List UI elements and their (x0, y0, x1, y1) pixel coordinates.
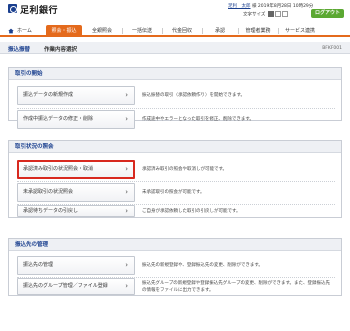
list-item: 承認済み取引の状況照会・取消 › 承認済み取引の照会や取消しが可能です。 (17, 160, 335, 179)
row-description: 作成途中やエラーとなった取引を修正、削除できます。 (142, 117, 254, 122)
row-description: 振込先の新規登録や、登録振込先の変更、削除ができます。 (142, 263, 263, 268)
nav-approval[interactable]: 承認 (204, 25, 236, 37)
section-heading: 取引の開始 (9, 68, 341, 80)
nav-home-label: ホーム (17, 28, 32, 34)
divider (17, 108, 335, 109)
page-subtitle: 作業内容選択 (44, 47, 78, 53)
row-description: 未承認取引の照会が可能です。 (142, 190, 205, 195)
nav-divider (122, 28, 123, 34)
bank-name: 足利銀行 (20, 6, 59, 16)
section-start-transaction: 取引の開始 振込データの新規作成 › 振込振替の取引（承認依頼作り）を開始できま… (8, 67, 342, 129)
text-size-control: 文字サイズ (243, 11, 288, 18)
button-label: 承認済み取引の状況照会・取消 (23, 166, 94, 172)
payee-management-button[interactable]: 振込先の管理 › (17, 256, 135, 275)
text-size-large-button[interactable] (281, 11, 288, 17)
unapproved-status-inquiry-button[interactable]: 未承認取引の状況照会 › (17, 183, 135, 202)
section-payee-management: 振込先の管理 振込先の管理 › 振込先の新規登録や、登録振込先の変更、削除ができ… (8, 238, 342, 296)
row-description: 振込振替の取引（承認依頼作り）を開始できます。 (142, 93, 246, 98)
approved-status-inquiry-button[interactable]: 承認済み取引の状況照会・取消 › (17, 160, 135, 179)
row-description: 振込先グループの新規登録や登録振込先グループの変更、削除ができます。また、登録振… (142, 280, 331, 293)
chevron-right-icon: › (125, 282, 128, 290)
list-item: 振込先の管理 › 振込先の新規登録や、登録振込先の変更、削除ができます。 (17, 256, 335, 275)
section-heading: 振込先の管理 (9, 239, 341, 251)
new-transfer-data-button[interactable]: 振込データの新規作成 › (17, 86, 135, 105)
payee-group-file-button[interactable]: 振込先のグループ管理／ファイル登録 › (17, 278, 135, 295)
nav-bulk-transmission[interactable]: 一括伝送 (124, 25, 160, 37)
nav-divider (238, 28, 239, 34)
chevron-right-icon: › (125, 115, 128, 123)
edit-delete-draft-button[interactable]: 作成中振込データの修正・削除 › (17, 110, 135, 129)
chevron-right-icon: › (125, 91, 128, 99)
user-suffix: 様 (251, 4, 257, 9)
nav-service-link[interactable]: サービス連携 (280, 25, 320, 37)
row-description: ご自身が承認依頼した取引の引戻しが可能です。 (142, 209, 241, 214)
recall-pending-data-button[interactable]: 承認待ちデータの引戻し › (17, 205, 135, 217)
nav-payment-collection[interactable]: 代金回収 (164, 25, 200, 37)
user-name[interactable]: 足利 太郎 (228, 4, 251, 9)
nav-divider (162, 28, 163, 34)
nav-home[interactable]: ホーム (6, 25, 42, 37)
section-transaction-status: 取引状況の照会 承認済み取引の状況照会・取消 › 承認済み取引の照会や取消しが可… (8, 140, 342, 218)
section-heading: 取引状況の照会 (9, 141, 341, 153)
home-icon (8, 28, 14, 34)
button-label: 作成中振込データの修正・削除 (23, 116, 94, 122)
page-title-bar: 振込振替 作業内容選択 BFKF001 (0, 42, 350, 54)
list-item: 未承認取引の状況照会 › 未承認取引の照会が可能です。 (17, 183, 335, 202)
global-nav: ホーム 照会・振込 全銀照会 一括伝送 代金回収 承認 管理者業務 サービス連携 (0, 25, 350, 37)
nav-divider (202, 28, 203, 34)
chevron-right-icon: › (125, 165, 128, 173)
nav-zengin-inquiry[interactable]: 全銀照会 (84, 25, 120, 37)
chevron-right-icon: › (125, 207, 128, 215)
chevron-right-icon: › (125, 188, 128, 196)
page-title: 振込振替 (8, 47, 31, 53)
button-label: 振込先のグループ管理／ファイル登録 (23, 283, 108, 289)
nav-divider (278, 28, 279, 34)
button-label: 振込データの新規作成 (23, 92, 74, 98)
chevron-right-icon: › (125, 261, 128, 269)
last-login: 2019年8月28日 10時29分 (257, 4, 314, 9)
text-size-small-button[interactable] (267, 11, 274, 17)
nav-inquiry-transfer[interactable]: 照会・振込 (46, 25, 82, 37)
button-label: 未承認取引の状況照会 (23, 189, 74, 195)
header: 足利銀行 足利 太郎 様 2019年8月28日 10時29分 文字サイズ ログア… (0, 0, 350, 21)
text-size-label: 文字サイズ (243, 12, 266, 18)
row-description: 承認済み取引の照会や取消しが可能です。 (142, 167, 228, 172)
user-info: 足利 太郎 様 2019年8月28日 10時29分 (228, 3, 313, 9)
button-label: 振込先の管理 (23, 262, 54, 268)
logout-button[interactable]: ログアウト (311, 9, 344, 18)
text-size-medium-button[interactable] (274, 11, 281, 17)
nav-admin[interactable]: 管理者業務 (240, 25, 276, 37)
list-item: 振込先のグループ管理／ファイル登録 › 振込先グループの新規登録や登録振込先グル… (17, 278, 335, 295)
divider (17, 181, 335, 182)
list-item: 承認待ちデータの引戻し › ご自身が承認依頼した取引の引戻しが可能です。 (17, 205, 335, 217)
screen-id: BFKF001 (322, 45, 342, 51)
button-label: 承認待ちデータの引戻し (23, 208, 79, 214)
list-item: 作成中振込データの修正・削除 › 作成途中やエラーとなった取引を修正、削除できま… (17, 110, 335, 129)
list-item: 振込データの新規作成 › 振込振替の取引（承認依頼作り）を開始できます。 (17, 86, 335, 105)
bank-logo-icon (8, 4, 17, 13)
